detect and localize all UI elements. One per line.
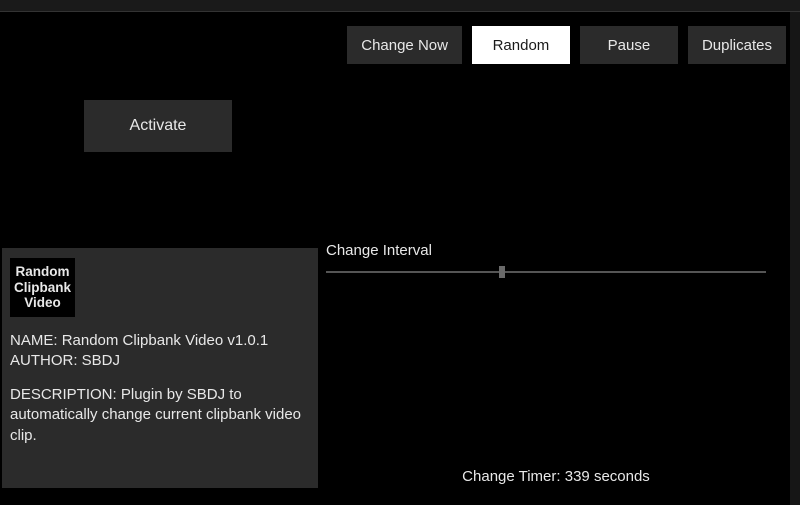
plugin-description-label: DESCRIPTION: <box>10 386 117 403</box>
scrollbar-vertical[interactable] <box>790 12 800 505</box>
plugin-badge-line: Video <box>14 295 71 311</box>
plugin-badge: Random Clipbank Video <box>10 258 75 317</box>
plugin-badge-line: Random <box>14 264 71 280</box>
change-timer-value: 339 <box>565 468 590 485</box>
slider-track <box>326 271 766 273</box>
pause-button[interactable]: Pause <box>580 26 678 64</box>
plugin-badge-line: Clipbank <box>14 280 71 296</box>
settings-area: Change Interval Change Timer: 339 second… <box>326 242 786 491</box>
change-timer: Change Timer: 339 seconds <box>326 468 786 485</box>
duplicates-button[interactable]: Duplicates <box>688 26 786 64</box>
plugin-author-value: SBDJ <box>82 352 120 369</box>
change-timer-prefix: Change Timer: <box>462 468 560 485</box>
change-now-button[interactable]: Change Now <box>347 26 462 64</box>
change-interval-slider[interactable] <box>326 265 766 279</box>
plugin-description-row: DESCRIPTION: Plugin by SBDJ to automatic… <box>10 385 310 446</box>
plugin-author-row: AUTHOR: SBDJ <box>10 351 310 371</box>
plugin-name-value: Random Clipbank Video v1.0.1 <box>62 332 269 349</box>
plugin-author-label: AUTHOR: <box>10 352 78 369</box>
toolbar: Change Now Random Pause Duplicates <box>0 12 800 64</box>
random-button[interactable]: Random <box>472 26 570 64</box>
activate-wrap: Activate <box>84 100 232 152</box>
slider-thumb[interactable] <box>499 266 505 278</box>
activate-button[interactable]: Activate <box>84 100 232 152</box>
change-timer-unit: seconds <box>594 468 650 485</box>
app-root: Change Now Random Pause Duplicates Activ… <box>0 0 800 505</box>
window-top-frame <box>0 0 800 12</box>
plugin-name-label: NAME: <box>10 332 58 349</box>
plugin-info-panel: Random Clipbank Video NAME: Random Clipb… <box>2 248 318 488</box>
change-interval-label: Change Interval <box>326 242 786 259</box>
plugin-name-row: NAME: Random Clipbank Video v1.0.1 <box>10 331 310 351</box>
